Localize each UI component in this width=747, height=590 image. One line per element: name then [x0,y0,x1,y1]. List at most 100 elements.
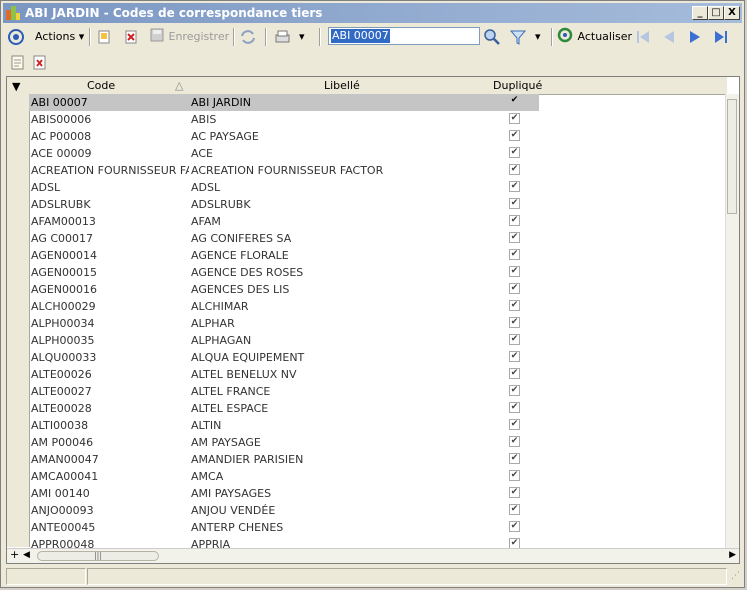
duplique-checkbox[interactable]: ✔ [509,453,520,464]
table-row[interactable]: ALTE00028 ALTEL ESPACE ✔ [29,400,539,417]
duplique-checkbox[interactable]: ✔ [509,402,520,413]
duplique-checkbox[interactable]: ✔ [509,130,520,141]
duplique-checkbox[interactable]: ✔ [509,232,520,243]
table-row[interactable]: AGEN00016 AGENCES DES LIS ✔ [29,281,539,298]
table-row[interactable]: ALTI00038 ALTIN ✔ [29,417,539,434]
column-header-duplique[interactable]: Dupliqué [493,79,542,92]
table-row[interactable]: AM P00046 AM PAYSAGE ✔ [29,434,539,451]
table-row[interactable]: ACE 00009 ACE ✔ [29,145,539,162]
table-row[interactable]: ALPH00034 ALPHAR ✔ [29,315,539,332]
duplique-checkbox[interactable]: ✔ [509,368,520,379]
duplique-checkbox[interactable]: ✔ [509,215,520,226]
duplique-checkbox[interactable]: ✔ [509,351,520,362]
title-bar: ABI JARDIN - Codes de correspondance tie… [3,3,742,23]
table-row[interactable]: ACREATION FOURNISSEUR FAC ACREATION FOURN… [29,162,539,179]
table-row[interactable]: AMAN00047 AMANDIER PARISIEN ✔ [29,451,539,468]
new-record-icon[interactable] [96,27,112,47]
menu-circle-icon[interactable] [7,27,25,47]
scroll-left-icon[interactable]: ◀ [23,550,30,560]
table-row[interactable]: ABIS00006 ABIS ✔ [29,111,539,128]
cell-code: ALTE00027 [31,385,92,398]
cell-libelle: ADSL [191,181,221,194]
vertical-scrollbar[interactable] [725,94,739,549]
cell-libelle: ABIS [191,113,217,126]
vertical-scroll-thumb[interactable] [727,99,737,214]
cell-code: AG C00017 [31,232,94,245]
search-icon[interactable] [483,27,501,47]
duplique-checkbox[interactable]: ✔ [509,283,520,294]
duplique-checkbox[interactable]: ✔ [509,147,520,158]
duplique-checkbox[interactable]: ✔ [509,385,520,396]
duplique-checkbox[interactable]: ✔ [509,96,520,107]
table-row[interactable]: ALCH00029 ALCHIMAR ✔ [29,298,539,315]
duplique-checkbox[interactable]: ✔ [509,487,520,498]
duplique-checkbox[interactable]: ✔ [509,113,520,124]
delete-record-icon[interactable] [123,27,139,47]
column-header-libelle[interactable]: Libellé [324,79,360,92]
duplique-checkbox[interactable]: ✔ [509,419,520,430]
sync-icon[interactable] [239,27,257,47]
duplique-checkbox[interactable]: ✔ [509,266,520,277]
duplique-checkbox[interactable]: ✔ [509,249,520,260]
pdf-export-icon[interactable] [33,55,47,75]
horizontal-scrollbar[interactable]: + ◀ ||| ▶ [7,548,739,563]
scroll-right-icon[interactable]: ▶ [729,550,736,560]
cell-libelle: ALQUA EQUIPEMENT [191,351,305,364]
table-row[interactable]: ALQU00033 ALQUA EQUIPEMENT ✔ [29,349,539,366]
table-row[interactable]: AMI 00140 AMI PAYSAGES ✔ [29,485,539,502]
duplique-checkbox[interactable]: ✔ [509,300,520,311]
previous-record-icon[interactable] [661,27,677,47]
duplique-checkbox[interactable]: ✔ [509,504,520,515]
export-icon[interactable] [11,55,25,75]
table-row[interactable]: ANTE00045 ANTERP CHENES ✔ [29,519,539,536]
duplique-checkbox[interactable]: ✔ [509,317,520,328]
table-row[interactable]: ALPH00035 ALPHAGAN ✔ [29,332,539,349]
app-icon [6,6,20,20]
duplique-checkbox[interactable]: ✔ [509,334,520,345]
table-row[interactable]: ADSLRUBK ADSLRUBK ✔ [29,196,539,213]
save-button[interactable]: Enregistrer [149,27,229,47]
filter-icon[interactable] [509,27,527,47]
table-row[interactable]: AMCA00041 AMCA ✔ [29,468,539,485]
maximize-button[interactable]: □ [708,6,724,20]
cell-code: ACREATION FOURNISSEUR FAC [31,164,189,177]
duplique-checkbox[interactable]: ✔ [509,198,520,209]
table-row[interactable]: ALTE00027 ALTEL FRANCE ✔ [29,383,539,400]
duplique-checkbox[interactable]: ✔ [509,436,520,447]
table-row[interactable]: ADSL ADSL ✔ [29,179,539,196]
filter-dropdown-icon[interactable]: ▾ [535,27,541,47]
cell-libelle: AC PAYSAGE [191,130,259,143]
table-row[interactable]: AFAM00013 AFAM ✔ [29,213,539,230]
status-pane [87,568,727,585]
table-row[interactable]: ABI 00007 ABI JARDIN ✔ [29,94,539,111]
actions-menu-button[interactable]: Actions ▾ [35,27,84,47]
last-record-icon[interactable] [713,27,729,47]
first-record-icon[interactable] [635,27,651,47]
search-input[interactable]: ABI 00007 [328,27,480,45]
table-row[interactable]: AGEN00015 AGENCE DES ROSES ✔ [29,264,539,281]
table-row[interactable]: ALTE00026 ALTEL BENELUX NV ✔ [29,366,539,383]
horizontal-scroll-thumb[interactable]: ||| [37,551,159,561]
resize-grip-icon[interactable]: ⋰ [731,571,740,581]
minimize-button[interactable]: _ [692,6,708,20]
refresh-icon [557,27,573,43]
print-dropdown-icon[interactable]: ▾ [299,27,305,47]
table-row[interactable]: AGEN00014 AGENCE FLORALE ✔ [29,247,539,264]
table-row[interactable]: AC P00008 AC PAYSAGE ✔ [29,128,539,145]
refresh-button[interactable]: Actualiser [557,27,632,47]
print-icon[interactable] [273,27,291,47]
cell-libelle: ALTEL ESPACE [191,402,269,415]
cell-code: AFAM00013 [31,215,96,228]
table-row[interactable]: AG C00017 AG CONIFERES SA ✔ [29,230,539,247]
expand-plus-icon[interactable]: + [10,549,19,561]
toolbar-separator [551,28,553,46]
duplique-checkbox[interactable]: ✔ [509,181,520,192]
duplique-checkbox[interactable]: ✔ [509,470,520,481]
column-header-code[interactable]: Code [87,79,115,92]
duplique-checkbox[interactable]: ✔ [509,164,520,175]
column-chooser-icon[interactable]: ▼ [12,80,20,93]
close-button[interactable]: X [724,6,740,20]
table-row[interactable]: ANJO00093 ANJOU VENDÉE ✔ [29,502,539,519]
duplique-checkbox[interactable]: ✔ [509,521,520,532]
next-record-icon[interactable] [687,27,703,47]
